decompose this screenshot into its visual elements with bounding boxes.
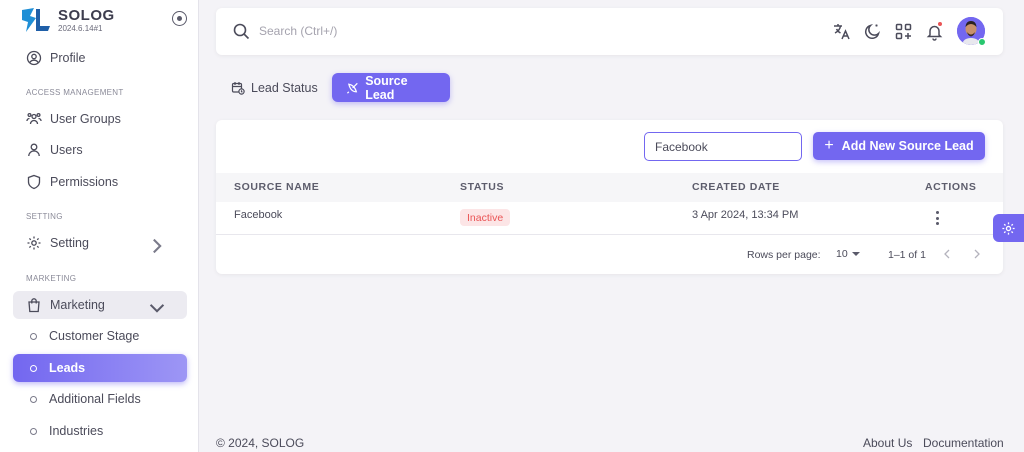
sidebar-item-label: Leads (49, 361, 86, 375)
tab-label: Source Lead (365, 73, 408, 102)
row-divider (216, 234, 1003, 235)
sidebar-item-label: Profile (50, 51, 86, 65)
sidebar-item-leads[interactable]: Leads (13, 354, 187, 382)
translate-icon[interactable] (832, 22, 851, 41)
sidebar-item-customer-stage[interactable]: Customer Stage (13, 322, 187, 350)
chevron-right-icon[interactable] (971, 248, 983, 260)
sidebar-item-profile[interactable]: Profile (13, 44, 187, 72)
sidebar-item-label: Additional Fields (49, 392, 141, 406)
add-source-lead-button[interactable]: + Add New Source Lead (813, 132, 985, 160)
tab-source-lead[interactable]: Source Lead (332, 73, 450, 102)
moon-icon[interactable] (863, 22, 882, 41)
user-circle-icon (26, 50, 42, 66)
sidebar-item-marketing[interactable]: Marketing (13, 291, 187, 319)
sidebar-item-label: Users (50, 143, 83, 157)
sidebar-item-label: User Groups (50, 112, 121, 126)
footer-link-about-us[interactable]: About Us (863, 436, 912, 450)
sidebar-item-setting[interactable]: Setting (13, 229, 187, 257)
sidebar-item-permissions[interactable]: Permissions (13, 168, 187, 196)
calendar-clock-icon (231, 81, 245, 95)
source-filter-input[interactable] (644, 132, 802, 161)
tab-lead-status[interactable]: Lead Status (217, 73, 332, 102)
status-badge: Inactive (460, 209, 511, 226)
search-icon[interactable] (233, 23, 250, 40)
circle-icon (30, 332, 37, 340)
section-title-access: ACCESS MANAGEMENT (26, 88, 124, 97)
column-header-source-name[interactable]: SOURCE NAME (234, 181, 319, 193)
sidebar-pin-icon[interactable] (172, 11, 187, 26)
user-icon (28, 143, 40, 157)
add-button-label: Add New Source Lead (841, 139, 974, 153)
circle-icon (30, 427, 37, 435)
rows-per-page-select[interactable]: 10 (836, 248, 848, 260)
rows-per-page-label: Rows per page: (747, 249, 821, 261)
sidebar-item-label: Industries (49, 424, 104, 438)
apps-grid-icon[interactable] (894, 22, 913, 41)
pagination-range: 1–1 of 1 (888, 249, 926, 261)
sidebar-item-user-groups[interactable]: User Groups (13, 105, 187, 133)
tab-label: Lead Status (251, 80, 318, 95)
gear-icon (27, 236, 41, 250)
shopping-bag-icon (28, 298, 40, 313)
sidebar: SOLOG 2024.6.14#1 Profile ACCESS MANAGEM… (0, 0, 199, 452)
gear-icon (1002, 221, 1015, 235)
column-header-status[interactable]: STATUS (460, 181, 504, 193)
plus-icon: + (824, 137, 834, 154)
footer-link-documentation[interactable]: Documentation (923, 436, 1004, 450)
customizer-toggle-button[interactable] (993, 214, 1024, 242)
notification-badge (937, 21, 943, 27)
caret-down-icon[interactable] (852, 252, 860, 256)
sidebar-item-label: Setting (50, 236, 89, 250)
brand[interactable]: SOLOG 2024.6.14#1 (20, 6, 115, 36)
more-vertical-icon[interactable] (930, 210, 944, 226)
section-title-setting: SETTING (26, 212, 63, 221)
satellite-dish-icon (346, 82, 358, 94)
circle-icon (30, 364, 37, 372)
sidebar-item-users[interactable]: Users (13, 136, 187, 164)
online-status-dot (978, 38, 986, 46)
brand-name: SOLOG (58, 7, 115, 24)
footer-copyright: © 2024, SOLOG (216, 436, 305, 450)
shield-icon (27, 174, 41, 190)
cell-created-date: 3 Apr 2024, 13:34 PM (692, 209, 799, 221)
brand-version: 2024.6.14#1 (58, 24, 103, 33)
brand-logo (22, 8, 50, 32)
sidebar-item-label: Marketing (50, 298, 105, 312)
table-header (216, 173, 1003, 202)
source-lead-card: + Add New Source Lead SOURCE NAME STATUS… (216, 120, 1003, 274)
chevron-down-icon (149, 304, 165, 313)
chevron-right-icon (153, 238, 162, 254)
sidebar-item-industries[interactable]: Industries (13, 417, 187, 445)
top-navbar: Search (Ctrl+/) (216, 8, 1003, 55)
sidebar-item-label: Permissions (50, 175, 119, 189)
column-header-actions: ACTIONS (925, 181, 977, 193)
chevron-left-icon[interactable] (941, 248, 953, 260)
cell-source-name: Facebook (234, 209, 283, 221)
column-header-created-date[interactable]: CREATED DATE (692, 181, 780, 193)
search-input[interactable]: Search (Ctrl+/) (259, 24, 337, 38)
sidebar-item-additional-fields[interactable]: Additional Fields (13, 385, 187, 413)
circle-icon (30, 395, 37, 403)
sidebar-item-label: Customer Stage (49, 329, 140, 343)
section-title-marketing: MARKETING (26, 274, 77, 283)
users-group-icon (26, 112, 42, 125)
